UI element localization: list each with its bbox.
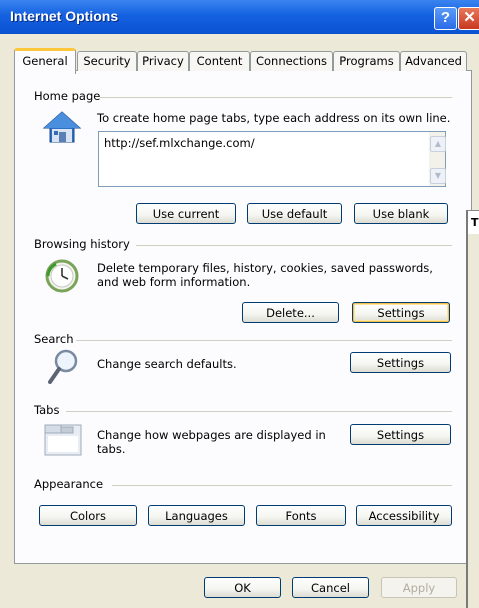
tab-advanced[interactable]: Advanced bbox=[400, 51, 467, 71]
tab-programs[interactable]: Programs bbox=[333, 51, 400, 71]
scroll-up-icon[interactable]: ▲ bbox=[430, 136, 446, 152]
home-page-divider bbox=[100, 97, 452, 98]
home-page-url-value[interactable]: http://sef.mlxchange.com/ bbox=[104, 136, 255, 150]
tab-general[interactable]: General bbox=[14, 48, 76, 74]
appearance-divider bbox=[112, 485, 452, 486]
browsing-history-group-label: Browsing history bbox=[34, 237, 130, 251]
tab-security[interactable]: Security bbox=[77, 51, 137, 71]
house-icon bbox=[42, 111, 82, 143]
browsing-history-description: Delete temporary files, history, cookies… bbox=[97, 261, 433, 289]
home-page-group-label: Home page bbox=[34, 89, 101, 103]
tabs-divider bbox=[66, 411, 452, 412]
use-default-button[interactable]: Use default bbox=[247, 203, 342, 224]
window-title: Internet Options bbox=[10, 8, 119, 24]
history-clock-icon bbox=[45, 259, 79, 293]
magnifier-icon bbox=[48, 349, 78, 384]
background-window-edge bbox=[466, 210, 479, 608]
search-group-label: Search bbox=[34, 332, 74, 346]
close-button[interactable]: ✕ bbox=[458, 7, 479, 30]
home-page-description: To create home page tabs, type each addr… bbox=[97, 111, 451, 125]
apply-button: Apply bbox=[381, 577, 457, 598]
help-button[interactable]: ? bbox=[434, 7, 457, 30]
browsing-history-divider bbox=[136, 245, 452, 246]
cancel-button[interactable]: Cancel bbox=[292, 577, 369, 598]
appearance-group-label: Appearance bbox=[34, 477, 104, 491]
search-description: Change search defaults. bbox=[97, 357, 237, 371]
tab-connections[interactable]: Connections bbox=[250, 51, 333, 71]
scroll-down-icon[interactable]: ▼ bbox=[430, 168, 446, 184]
use-current-button[interactable]: Use current bbox=[136, 203, 236, 224]
search-settings-button[interactable]: Settings bbox=[350, 352, 451, 373]
url-field-scrollbar[interactable]: ▲ ▼ bbox=[429, 132, 446, 186]
internet-options-dialog: Internet Options ? ✕ General Security Pr… bbox=[0, 0, 479, 608]
use-blank-button[interactable]: Use blank bbox=[354, 203, 448, 224]
ok-button[interactable]: OK bbox=[204, 577, 281, 598]
accessibility-button[interactable]: Accessibility bbox=[356, 505, 452, 526]
home-page-url-field[interactable]: http://sef.mlxchange.com/ ▲ ▼ bbox=[98, 131, 446, 187]
search-divider bbox=[76, 340, 452, 341]
delete-button[interactable]: Delete... bbox=[242, 302, 339, 323]
browsing-history-settings-button[interactable]: Settings bbox=[352, 302, 450, 323]
tabs-settings-button[interactable]: Settings bbox=[350, 424, 451, 445]
tabs-group-label: Tabs bbox=[34, 403, 60, 417]
fonts-button[interactable]: Fonts bbox=[256, 505, 346, 526]
tab-privacy[interactable]: Privacy bbox=[137, 51, 189, 71]
title-bar[interactable]: Internet Options ? ✕ bbox=[0, 0, 479, 34]
tabs-description: Change how webpages are displayed in tab… bbox=[97, 428, 326, 456]
tab-content[interactable]: Content bbox=[189, 51, 250, 71]
colors-button[interactable]: Colors bbox=[39, 505, 137, 526]
languages-button[interactable]: Languages bbox=[148, 505, 245, 526]
tabs-icon bbox=[44, 424, 82, 456]
background-window-title: T bbox=[468, 210, 479, 234]
